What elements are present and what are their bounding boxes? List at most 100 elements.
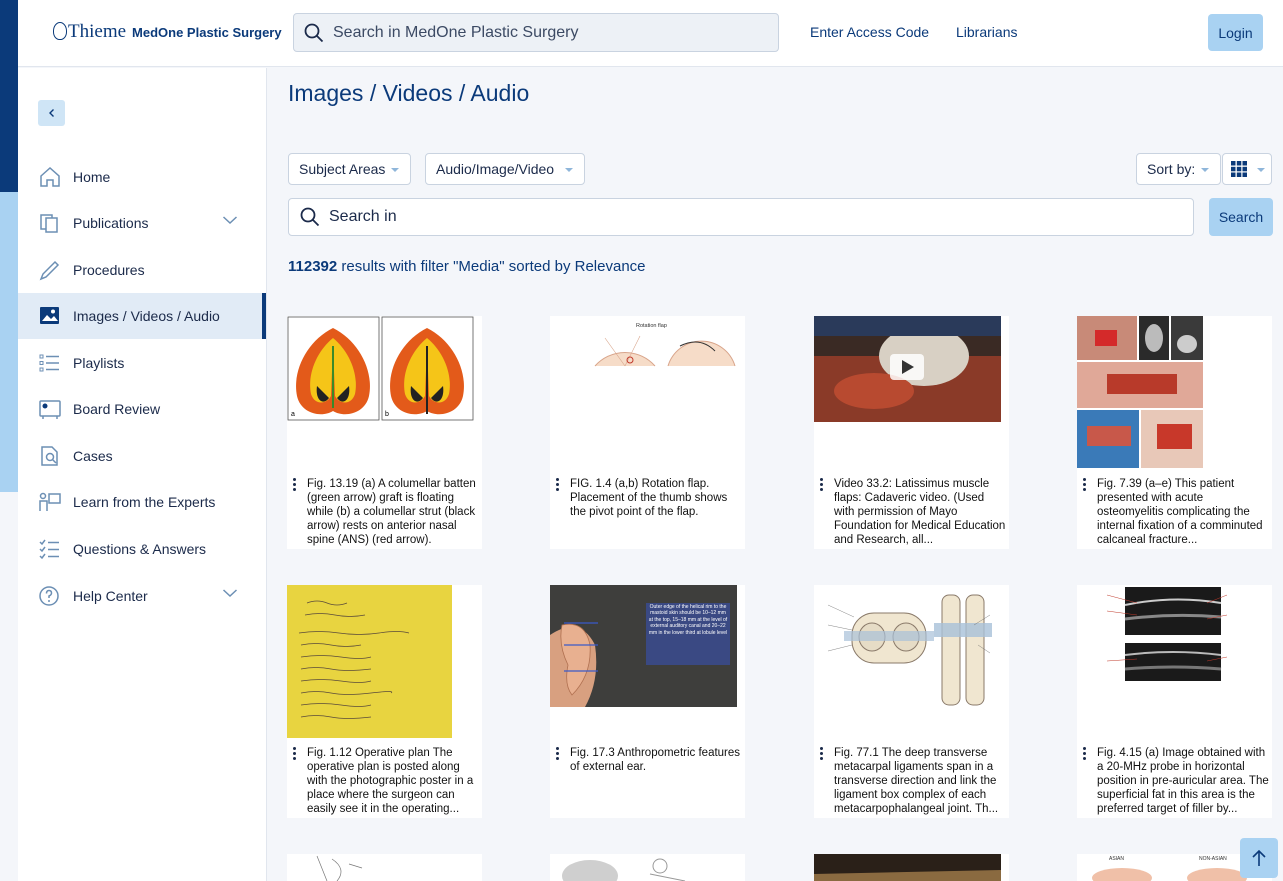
sidebar-item-help-center[interactable]: Help Center: [18, 573, 266, 619]
board-review-icon: [39, 400, 61, 419]
logo-ring-icon: [53, 22, 67, 40]
media-thumbnail[interactable]: a b: [287, 316, 482, 471]
enter-access-code-link[interactable]: Enter Access Code: [810, 24, 929, 40]
media-thumbnail: [316, 855, 363, 881]
presenter-icon: [39, 492, 61, 511]
left-accent-stripe: [0, 0, 18, 881]
media-card[interactable]: Fig. 7.39 (a–e) This patient presented w…: [1077, 316, 1272, 549]
sidebar-item-home[interactable]: Home: [18, 154, 266, 200]
card-menu-icon[interactable]: [556, 747, 560, 762]
sidebar-item-cases[interactable]: Cases: [18, 433, 266, 479]
publications-icon: [40, 214, 58, 233]
subject-areas-label: Subject Areas: [299, 161, 386, 177]
sidebar-item-learn-from-the-experts[interactable]: Learn from the Experts: [18, 479, 266, 525]
results-summary: 112392 results with filter "Media" sorte…: [288, 258, 646, 275]
search-button[interactable]: Search: [1209, 198, 1273, 236]
partial-label-asian: ASIAN: [1109, 856, 1124, 862]
card-menu-icon[interactable]: [293, 747, 297, 762]
subject-areas-dropdown[interactable]: Subject Areas: [288, 153, 411, 185]
ear-anthropometry-photo: Outer edge of the helical rim to the mas…: [550, 585, 745, 740]
media-card-partial[interactable]: [550, 854, 745, 881]
media-card[interactable]: Fig. 4.15 (a) Image obtained with a 20-M…: [1077, 585, 1272, 818]
sort-label: Sort by:: [1147, 161, 1196, 177]
media-thumbnail: [814, 854, 1001, 881]
logo-brand: Thieme: [53, 21, 126, 43]
card-menu-icon[interactable]: [293, 478, 297, 493]
card-menu-icon[interactable]: [820, 478, 824, 493]
page-title: Images / Videos / Audio: [288, 80, 530, 106]
sidebar-item-label: Images / Videos / Audio: [73, 308, 220, 324]
media-thumbnail[interactable]: [814, 585, 1009, 740]
surgery-video-thumbnail: [814, 316, 1009, 471]
sidebar-item-procedures[interactable]: Procedures: [18, 247, 266, 293]
caret-down-icon: [391, 168, 399, 172]
calcaneal-fracture-collage: [1077, 316, 1272, 471]
card-menu-icon[interactable]: [556, 478, 560, 493]
help-icon: [39, 586, 59, 606]
card-menu-icon[interactable]: [1083, 747, 1087, 762]
media-type-dropdown[interactable]: Audio/Image/Video: [425, 153, 585, 185]
view-mode-dropdown[interactable]: [1222, 153, 1272, 185]
sidebar-item-label: Publications: [73, 215, 149, 231]
caret-down-icon: [1257, 168, 1265, 172]
card-caption: Fig. 13.19 (a) A columellar batten (gree…: [307, 478, 476, 546]
media-card[interactable]: a b Fig. 13.19 (a) A columellar batten (…: [287, 316, 482, 549]
media-thumbnail: [562, 858, 686, 881]
svg-text:b: b: [385, 411, 389, 418]
sidebar-collapse-button[interactable]: [38, 100, 65, 126]
results-text: results with filter "Media" sorted by Re…: [337, 258, 646, 275]
partial-label-nonasian: NON-ASIAN: [1199, 856, 1227, 862]
thieme-logo[interactable]: Thieme MedOne Plastic Surgery: [53, 21, 282, 43]
media-card[interactable]: Rotation flap FIG. 1.4 (a,b) Rotation fl…: [550, 316, 745, 549]
caret-down-icon: [1201, 168, 1209, 172]
chevron-down-icon[interactable]: [222, 215, 238, 225]
librarians-link[interactable]: Librarians: [956, 24, 1017, 40]
global-search-placeholder: Search in MedOne Plastic Surgery: [333, 23, 579, 41]
media-thumbnail[interactable]: [814, 316, 1009, 471]
accent-light: [0, 192, 18, 492]
media-search-placeholder: Search in: [329, 208, 397, 225]
checklist-icon: [39, 539, 59, 560]
media-card[interactable]: Fig. 1.12 Operative plan The operative p…: [287, 585, 482, 818]
card-caption: Fig. 17.3 Anthropometric features of ext…: [570, 747, 741, 773]
metacarpal-ligament-illustration: [814, 585, 1009, 740]
sidebar-item-label: Procedures: [73, 262, 145, 278]
login-button[interactable]: Login: [1208, 14, 1263, 51]
list-icon: [39, 354, 59, 372]
sidebar-item-publications[interactable]: Publications: [18, 200, 266, 246]
ear-overlay-text: Outer edge of the helical rim to the mas…: [648, 604, 728, 636]
media-thumbnail[interactable]: Outer edge of the helical rim to the mas…: [550, 585, 745, 740]
sidebar-item-label: Board Review: [73, 401, 161, 417]
card-menu-icon[interactable]: [820, 747, 824, 762]
chevron-down-icon[interactable]: [222, 588, 238, 598]
sidebar-item-label: Playlists: [73, 355, 125, 371]
ultrasound-image: [1077, 585, 1272, 740]
media-thumbnail[interactable]: [1077, 316, 1272, 471]
global-search-input[interactable]: Search in MedOne Plastic Surgery: [293, 13, 779, 52]
media-thumbnail[interactable]: Rotation flap: [550, 316, 745, 471]
sidebar-item-images-videos-audio[interactable]: Images / Videos / Audio: [18, 293, 266, 339]
media-card-partial[interactable]: [287, 854, 482, 881]
media-card[interactable]: Video 33.2: Latissimus muscle flaps: Cad…: [814, 316, 1009, 549]
media-card[interactable]: Fig. 77.1 The deep transverse metacarpal…: [814, 585, 1009, 818]
media-thumbnail[interactable]: [287, 585, 482, 740]
logo-product: MedOne Plastic Surgery: [132, 25, 282, 40]
media-card-partial[interactable]: [814, 854, 1009, 881]
card-menu-icon[interactable]: [1083, 478, 1087, 493]
sort-dropdown[interactable]: Sort by:: [1136, 153, 1221, 185]
accent-dark: [0, 0, 18, 192]
media-thumbnail[interactable]: [1077, 585, 1272, 740]
cases-icon: [41, 446, 58, 466]
media-search-input[interactable]: Search in: [288, 198, 1194, 236]
chevron-left-icon: [48, 109, 54, 117]
scroll-to-top-button[interactable]: [1240, 838, 1278, 878]
media-card[interactable]: Outer edge of the helical rim to the mas…: [550, 585, 745, 818]
search-icon: [304, 23, 324, 42]
sidebar-item-questions-answers[interactable]: Questions & Answers: [18, 526, 266, 572]
sidebar-item-playlists[interactable]: Playlists: [18, 340, 266, 386]
top-header: Thieme MedOne Plastic Surgery Search in …: [18, 0, 1283, 67]
sidebar-item-label: Help Center: [73, 588, 148, 604]
sidebar-item-board-review[interactable]: Board Review: [18, 386, 266, 432]
svg-text:a: a: [291, 411, 295, 418]
sidebar-item-label: Home: [73, 169, 111, 185]
